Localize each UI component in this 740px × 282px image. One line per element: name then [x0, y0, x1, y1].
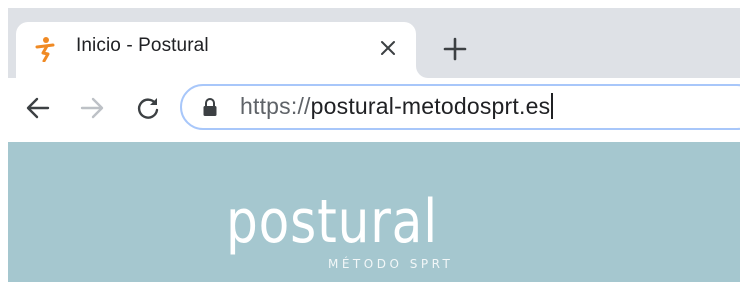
- logo-tagline: MÉTODO SPRT: [328, 256, 453, 271]
- arrow-left-icon[interactable]: [24, 94, 52, 122]
- postural-logo: postural MÉTODO SPRT: [220, 187, 460, 278]
- plus-icon[interactable]: [442, 36, 468, 62]
- text-caret: [551, 93, 553, 119]
- logo-wordmark: postural: [226, 188, 438, 257]
- tab-title: Inicio - Postural: [76, 35, 209, 56]
- tab-edge: [416, 66, 428, 78]
- postural-figure-icon: [34, 36, 56, 63]
- url-text[interactable]: https://postural-metodosprt.es: [240, 93, 553, 120]
- page-content: postural MÉTODO SPRT: [8, 142, 740, 282]
- close-icon[interactable]: [376, 36, 400, 60]
- reload-icon[interactable]: [134, 94, 162, 122]
- tab-strip: Inicio - Postural: [8, 8, 740, 78]
- browser-window: Inicio - Postural https://postural-metod…: [8, 8, 740, 282]
- lock-icon[interactable]: [202, 97, 218, 117]
- arrow-right-icon[interactable]: [78, 94, 106, 122]
- url-scheme: https://: [240, 93, 311, 119]
- url-host: postural-metodosprt.es: [310, 93, 551, 119]
